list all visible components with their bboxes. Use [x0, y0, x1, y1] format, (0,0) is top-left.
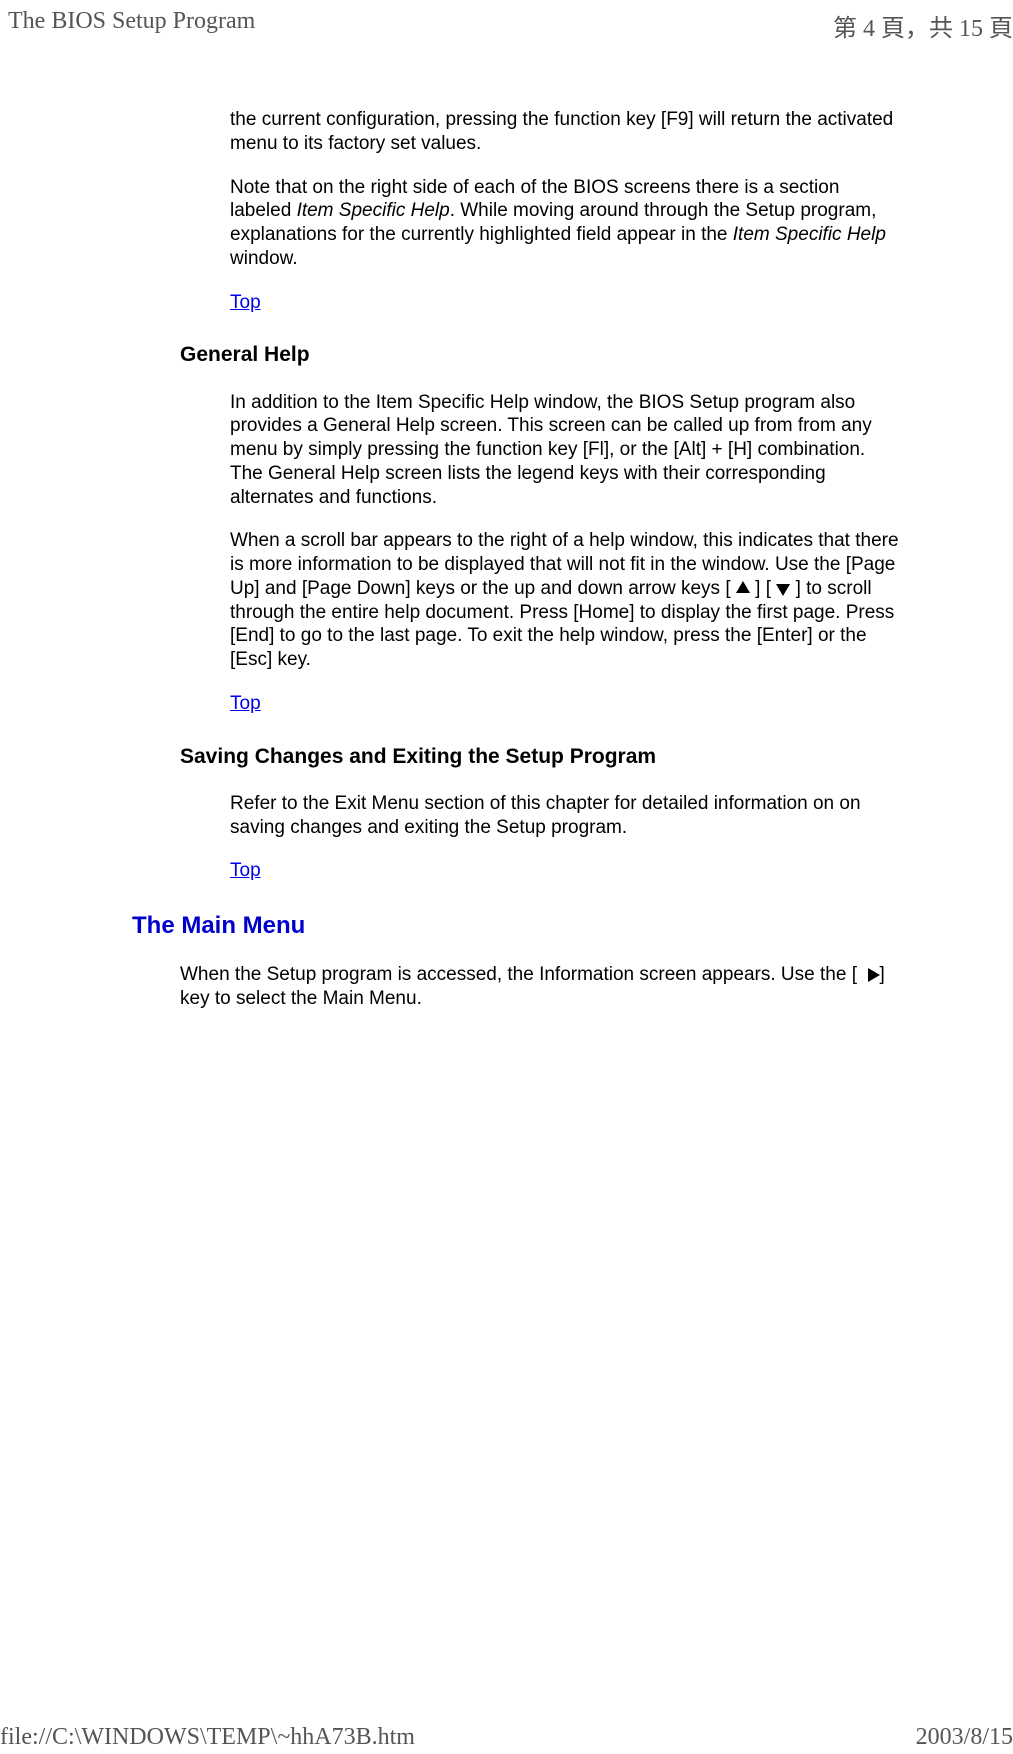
page-footer: file://C:\WINDOWS\TEMP\~hhA73B.htm 2003/…	[0, 1724, 1013, 1751]
top-link-3[interactable]: Top	[230, 859, 261, 883]
saving-changes-heading: Saving Changes and Exiting the Setup Pro…	[180, 744, 900, 770]
general-help-paragraph-2: When a scroll bar appears to the right o…	[230, 529, 900, 672]
general-help-heading: General Help	[180, 342, 900, 368]
footer-date: 2003/8/15	[916, 1724, 1013, 1751]
header-page-info: 第 4 頁，共 15 頁	[833, 8, 1013, 43]
main-menu-heading: The Main Menu	[132, 911, 900, 941]
saving-changes-paragraph: Refer to the Exit Menu section of this c…	[230, 792, 900, 840]
document-body: the current configuration, pressing the …	[180, 108, 900, 1031]
header-title: The BIOS Setup Program	[8, 8, 255, 43]
arrow-down-icon	[776, 584, 790, 596]
page-header: The BIOS Setup Program 第 4 頁，共 15 頁	[0, 8, 1013, 43]
arrow-up-icon	[736, 581, 750, 593]
note-text-post: window.	[230, 248, 298, 269]
item-specific-help-term: Item Specific Help	[297, 200, 450, 221]
main-menu-pre: When the Setup program is accessed, the …	[180, 964, 862, 985]
footer-path: file://C:\WINDOWS\TEMP\~hhA73B.htm	[0, 1724, 415, 1751]
general-help-paragraph-1: In addition to the Item Specific Help wi…	[230, 391, 900, 510]
gh-para2-mid: ] [	[750, 578, 776, 599]
top-link-2[interactable]: Top	[230, 692, 261, 716]
item-specific-help-term-2: Item Specific Help	[733, 224, 886, 245]
item-specific-help-note: Note that on the right side of each of t…	[230, 176, 900, 271]
arrow-right-icon	[868, 968, 880, 982]
current-config-paragraph: the current configuration, pressing the …	[230, 108, 900, 156]
top-link[interactable]: Top	[230, 291, 261, 315]
main-menu-paragraph: When the Setup program is accessed, the …	[180, 963, 900, 1011]
